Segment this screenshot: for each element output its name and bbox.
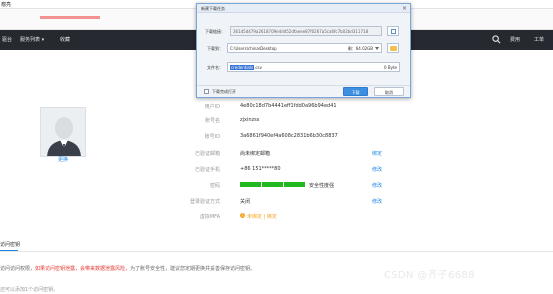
- info-row-email: 已验证邮箱 尚未绑定邮箱 绑定: [0, 150, 553, 160]
- browse-folder-button[interactable]: [387, 43, 399, 53]
- open-after-download-label: 下载完成打开: [212, 89, 236, 94]
- strength-segment: [262, 182, 283, 187]
- warning-icon: !: [240, 213, 245, 218]
- phone-value: +86 151*****80: [240, 166, 281, 172]
- tip-prefix: 访问访问权限，: [0, 266, 36, 272]
- info-row-mfa: 虚拟MFA ! 未绑定 | 绑定: [0, 213, 553, 223]
- download-dialog: 新建下载任务 × 下载链接： 361d5d479a2618709e4dd52df…: [196, 3, 411, 98]
- info-label: 账号ID: [204, 134, 220, 140]
- modify-login-verify-link[interactable]: 修改: [372, 198, 382, 205]
- strength-segment: [240, 182, 261, 187]
- filename-extension: .csv: [254, 65, 262, 70]
- notice-bar: [40, 16, 100, 19]
- link-label: 下载链接：: [205, 29, 225, 34]
- info-label: 虚拟MFA: [199, 214, 220, 220]
- modify-phone-link[interactable]: 修改: [372, 166, 382, 173]
- mfa-status-link[interactable]: 未绑定 | 绑定: [247, 213, 277, 220]
- info-label: 密码: [209, 183, 220, 189]
- user-id-value: 4e80c18d7b4441eff1fdd0a96b94ed41: [240, 103, 337, 109]
- password-strength-bar: [240, 182, 305, 187]
- account-id-value: 3a6861f940ef4a608c2831b6b30c8837: [240, 133, 338, 139]
- filename-label: 文件名：: [207, 65, 223, 70]
- info-label: 已验证手机: [194, 167, 220, 173]
- save-path-select[interactable]: C:\Users\china\Desktop 剩：64.02GB: [227, 43, 382, 53]
- nav-item-billing[interactable]: 费用: [510, 36, 520, 43]
- key-quota-text: 还可以添加1个访问密钥。: [0, 287, 59, 293]
- chevron-down-icon: [375, 47, 379, 50]
- copy-icon: [391, 29, 396, 34]
- window-title: 瘤亮: [1, 2, 12, 8]
- login-verify-value: 关闭: [240, 199, 251, 205]
- save-to-label: 下载到：: [207, 46, 223, 51]
- info-row-password: 密码 安全性度强 修改: [0, 182, 553, 192]
- password-strength-text: 安全性度强: [309, 183, 335, 189]
- dialog-title: 新建下载任务: [201, 6, 225, 11]
- info-label: 账号名: [204, 118, 220, 124]
- filename-selected-text: credentials: [230, 65, 255, 70]
- close-icon[interactable]: ×: [401, 5, 408, 12]
- tip-warning-1: 如果访问密钥泄露，: [35, 266, 81, 272]
- free-space-value: 剩：64.02GB: [347, 46, 373, 51]
- tip-suffix: 为了账号安全性，建议您定期更换并妥善保存访问密钥。: [130, 266, 256, 272]
- nav-item-services[interactable]: 服务列表 ▾: [20, 36, 44, 43]
- info-row-account-id: 账号ID 3a6861f940ef4a608c2831b6b30c8837: [0, 133, 553, 143]
- nav-item-console[interactable]: 驱台: [2, 36, 12, 43]
- nav-item-tickets[interactable]: 工单: [534, 36, 544, 43]
- email-value: 尚未绑定邮箱: [240, 151, 271, 157]
- tab-divider: [0, 251, 553, 252]
- search-icon[interactable]: [492, 35, 501, 44]
- dialog-divider: [197, 85, 410, 86]
- dialog-title-bar[interactable]: 新建下载任务 ×: [197, 4, 410, 13]
- folder-icon: [390, 46, 397, 51]
- info-row-account-name: 账号名 zjxinzss: [0, 117, 553, 127]
- download-link-field[interactable]: 361d5d479a2618709e4dd52dfaeee87f0267a5ca…: [230, 26, 382, 36]
- info-row-login-verify: 登录验证方式 关闭 修改: [0, 198, 553, 208]
- info-row-phone: 已验证手机 +86 151*****80 修改: [0, 166, 553, 176]
- tab-access-keys[interactable]: 访问密钥: [0, 241, 20, 248]
- info-row-user-id: 用户ID 4e80c18d7b4441eff1fdd0a96b94ed41: [0, 103, 553, 113]
- nav-item-favorites[interactable]: 收藏: [60, 36, 70, 43]
- info-label: 用户ID: [204, 104, 220, 110]
- download-button[interactable]: 下载: [343, 87, 368, 96]
- modify-password-link[interactable]: 修改: [372, 182, 382, 189]
- info-label: 已验证邮箱: [194, 151, 220, 157]
- download-link-value: 361d5d479a2618709e4dd52dfaeee87f0267a5ca…: [233, 29, 369, 34]
- open-after-download-checkbox[interactable]: [204, 89, 209, 94]
- info-label: 登录验证方式: [189, 199, 220, 205]
- file-size-value: 0 Byte: [384, 65, 397, 70]
- copy-link-button[interactable]: [387, 26, 399, 36]
- watermark: CSDN @齐子6688: [384, 270, 475, 281]
- strength-segment: [284, 182, 305, 187]
- tip-warning-2: 会带来数据泄露风险，: [80, 266, 131, 272]
- bind-email-link[interactable]: 绑定: [372, 150, 382, 157]
- access-key-warning: 访问访问权限，如果访问密钥泄露，会带来数据泄露风险，为了账号安全性，建议您定期更…: [0, 265, 255, 272]
- filename-input[interactable]: credentials.csv 0 Byte: [227, 62, 400, 72]
- account-name-value: zjxinzss: [240, 117, 260, 123]
- cancel-button[interactable]: 取消: [374, 87, 404, 96]
